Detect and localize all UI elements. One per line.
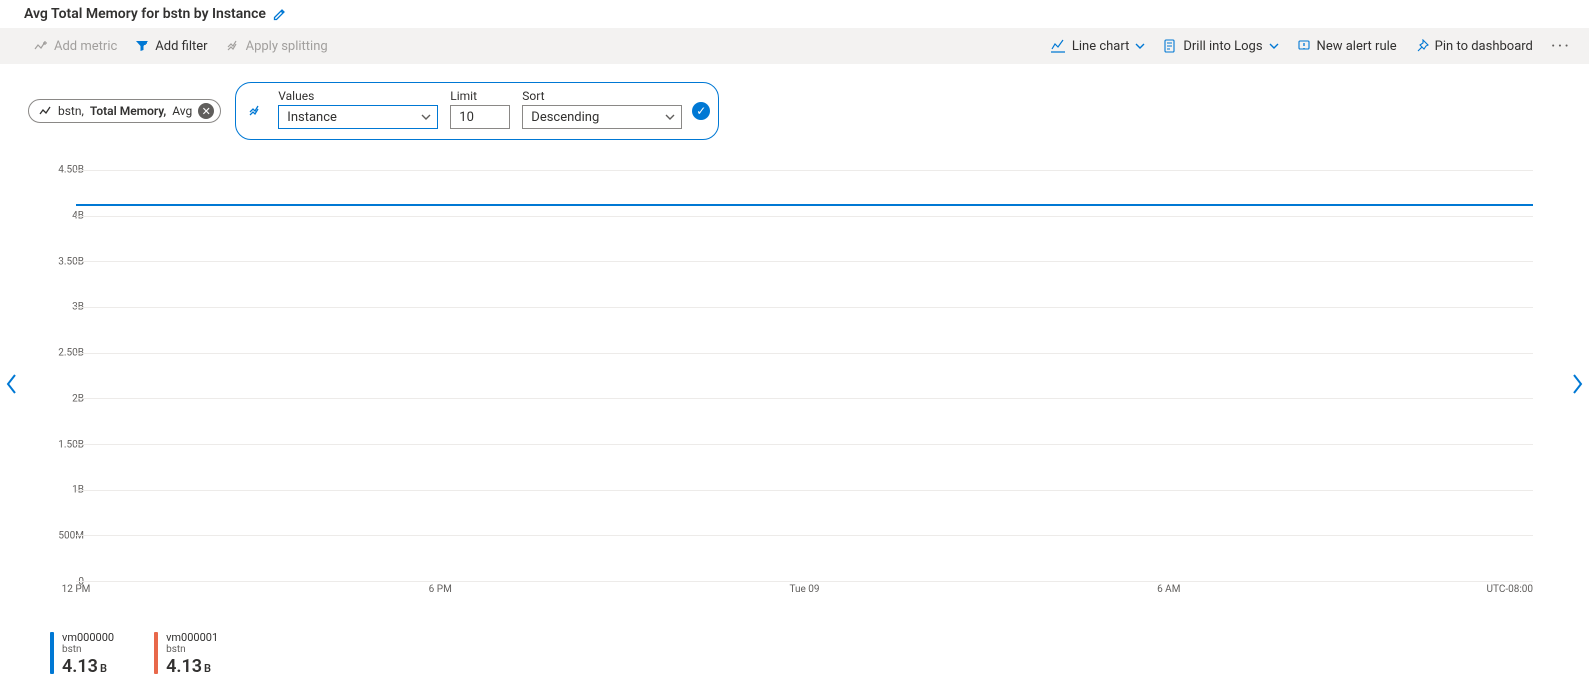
chevron-down-icon [421,112,431,122]
pill-metric: Total Memory, [90,104,166,118]
legend-item[interactable]: vm000000bstn 4.13B [50,632,114,677]
line-chart-icon [1050,39,1066,53]
gridline [76,353,1533,354]
filter-icon [135,39,149,53]
add-metric-label: Add metric [54,39,117,54]
logs-icon [1163,39,1177,53]
apply-splitting-button[interactable]: Apply splitting [218,35,336,58]
values-select[interactable]: Instance [278,105,438,129]
more-actions-button[interactable]: ··· [1543,36,1579,57]
values-label: Values [278,89,438,103]
legend-series-name: vm000001 [166,632,218,644]
chart-type-label: Line chart [1072,39,1129,54]
series-line [76,204,1533,206]
pill-resource: bstn, [58,104,84,118]
pin-label: Pin to dashboard [1435,39,1533,54]
legend-value: 4.13B [166,657,218,677]
gridline [76,307,1533,308]
legend-unit: B [204,662,211,675]
x-axis-tick: 12 PM [62,584,91,595]
legend-color-bar [50,632,54,674]
chevron-down-icon [665,112,675,122]
remove-metric-icon[interactable]: ✕ [198,103,214,119]
gridline [76,444,1533,445]
metric-icon [39,105,52,117]
pill-aggregation: Avg [172,104,192,118]
split-config: Values Instance Limit 10 Sort Descending… [235,82,719,140]
gridline [76,216,1533,217]
apply-split-button[interactable]: ✓ [692,102,710,120]
sort-label: Sort [522,89,682,103]
legend-resource: bstn [166,644,218,655]
pin-dashboard-button[interactable]: Pin to dashboard [1407,35,1541,58]
timezone-label: UTC-08:00 [1487,584,1534,595]
legend-item[interactable]: vm000001bstn 4.13B [154,632,218,677]
limit-value: 10 [459,110,474,125]
prev-chart-button[interactable] [2,370,22,398]
split-icon [226,39,240,53]
sort-select[interactable]: Descending [522,105,682,129]
legend-resource: bstn [62,644,114,655]
add-filter-label: Add filter [155,39,207,54]
x-axis-tick: 6 PM [429,584,452,595]
legend-series-name: vm000000 [62,632,114,644]
drill-logs-dropdown[interactable]: Drill into Logs [1155,35,1286,58]
metric-pill[interactable]: bstn, Total Memory, Avg ✕ [28,99,221,123]
pin-icon [1415,39,1429,53]
chart-legend: vm000000bstn4.13Bvm000001bstn4.13B [50,632,218,677]
new-alert-label: New alert rule [1317,39,1397,54]
legend-color-bar [154,632,158,674]
legend-unit: B [100,662,107,675]
gridline [76,261,1533,262]
add-metric-button[interactable]: Add metric [26,35,125,58]
alert-icon [1297,39,1311,53]
page-title: Avg Total Memory for bstn by Instance [24,6,266,22]
gridline [76,170,1533,171]
chart: 0500M1B1.50B2B2.50B3B3.50B4B4.50B UTC-08… [46,170,1533,600]
chart-toolbar: Add metric Add filter Apply splitting Li… [0,28,1589,64]
chevron-down-icon [1269,41,1279,51]
legend-value: 4.13B [62,657,114,677]
new-alert-button[interactable]: New alert rule [1289,35,1405,58]
values-value: Instance [287,110,337,125]
chart-type-dropdown[interactable]: Line chart [1042,35,1153,58]
add-filter-button[interactable]: Add filter [127,35,215,58]
limit-input[interactable]: 10 [450,105,510,129]
gridline [76,398,1533,399]
add-metric-icon [34,39,48,53]
gridline [76,490,1533,491]
chevron-down-icon [1135,41,1145,51]
limit-label: Limit [450,89,510,103]
segment-icon [248,103,264,119]
drill-logs-label: Drill into Logs [1183,39,1262,54]
sort-value: Descending [531,110,599,125]
next-chart-button[interactable] [1567,370,1587,398]
x-axis-tick: Tue 09 [789,584,819,595]
apply-splitting-label: Apply splitting [246,39,328,54]
edit-title-icon[interactable] [272,6,288,22]
gridline [76,535,1533,536]
x-axis-tick: 6 AM [1157,584,1180,595]
